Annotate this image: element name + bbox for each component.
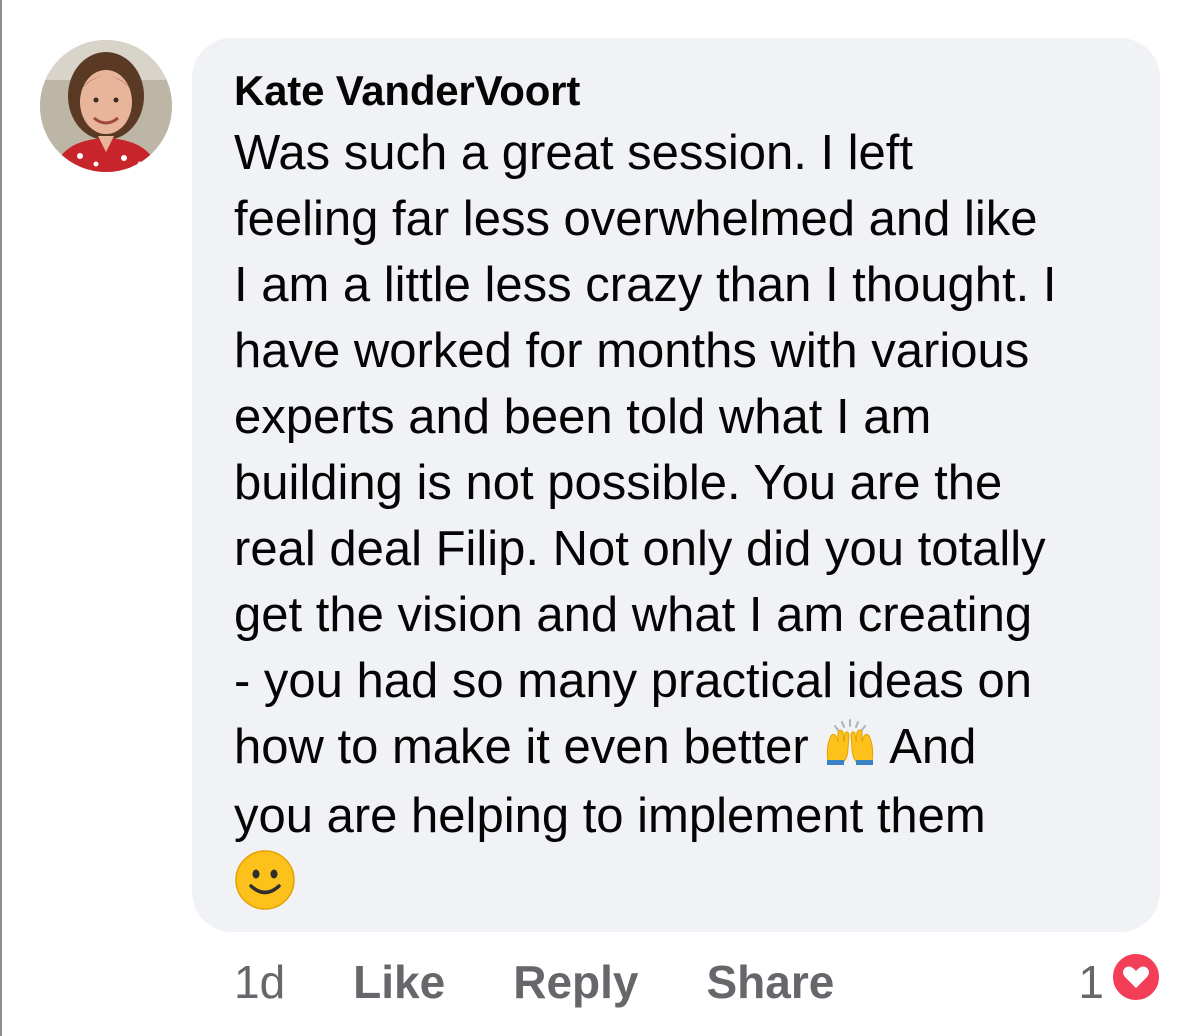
comment-line: building is not possible. You are the bbox=[234, 456, 1003, 510]
smiling-face-emoji bbox=[234, 849, 296, 928]
comment-timestamp[interactable]: 1d bbox=[234, 955, 285, 1009]
comment-line: have worked for months with various bbox=[234, 324, 1030, 378]
comment-author[interactable]: Kate VanderVoort bbox=[234, 66, 1120, 116]
comment-bubble: Kate VanderVoort Was such a great sessio… bbox=[192, 38, 1160, 932]
reaction-count: 1 bbox=[1078, 956, 1104, 1008]
comment-line-emoji bbox=[234, 849, 1120, 928]
comment-line-with-emoji: how to make it even better And bbox=[234, 714, 1120, 783]
comment-line: experts and been told what I am bbox=[234, 390, 932, 444]
like-button[interactable]: Like bbox=[353, 955, 445, 1009]
raising-hands-emoji bbox=[822, 717, 878, 783]
comment-line: - you had so many practical ideas on bbox=[234, 654, 1033, 708]
avatar-photo bbox=[40, 40, 172, 172]
comment-line: real deal Filip. Not only did you totall… bbox=[234, 522, 1046, 576]
comment-line: And bbox=[889, 720, 977, 774]
heart-icon bbox=[1110, 951, 1162, 1014]
comment-line: feeling far less overwhelmed and like bbox=[234, 192, 1038, 246]
comment-actions: 1d Like Reply Share bbox=[234, 950, 834, 1014]
comment-line: Was such a great session. I left bbox=[234, 126, 914, 180]
comment-line: I am a little less crazy than I thought.… bbox=[234, 258, 1057, 312]
screen-edge bbox=[0, 0, 2, 1036]
avatar[interactable] bbox=[40, 40, 172, 172]
comment-line: get the vision and what I am creating bbox=[234, 588, 1033, 642]
comment-line: how to make it even better bbox=[234, 720, 809, 774]
reply-button[interactable]: Reply bbox=[513, 955, 638, 1009]
comment-line: you are helping to implement them bbox=[234, 789, 986, 844]
reaction-summary[interactable]: 1 bbox=[1078, 950, 1162, 1014]
comment-text: Was such a great session. I left feeling… bbox=[234, 120, 1120, 928]
share-button[interactable]: Share bbox=[706, 955, 834, 1009]
